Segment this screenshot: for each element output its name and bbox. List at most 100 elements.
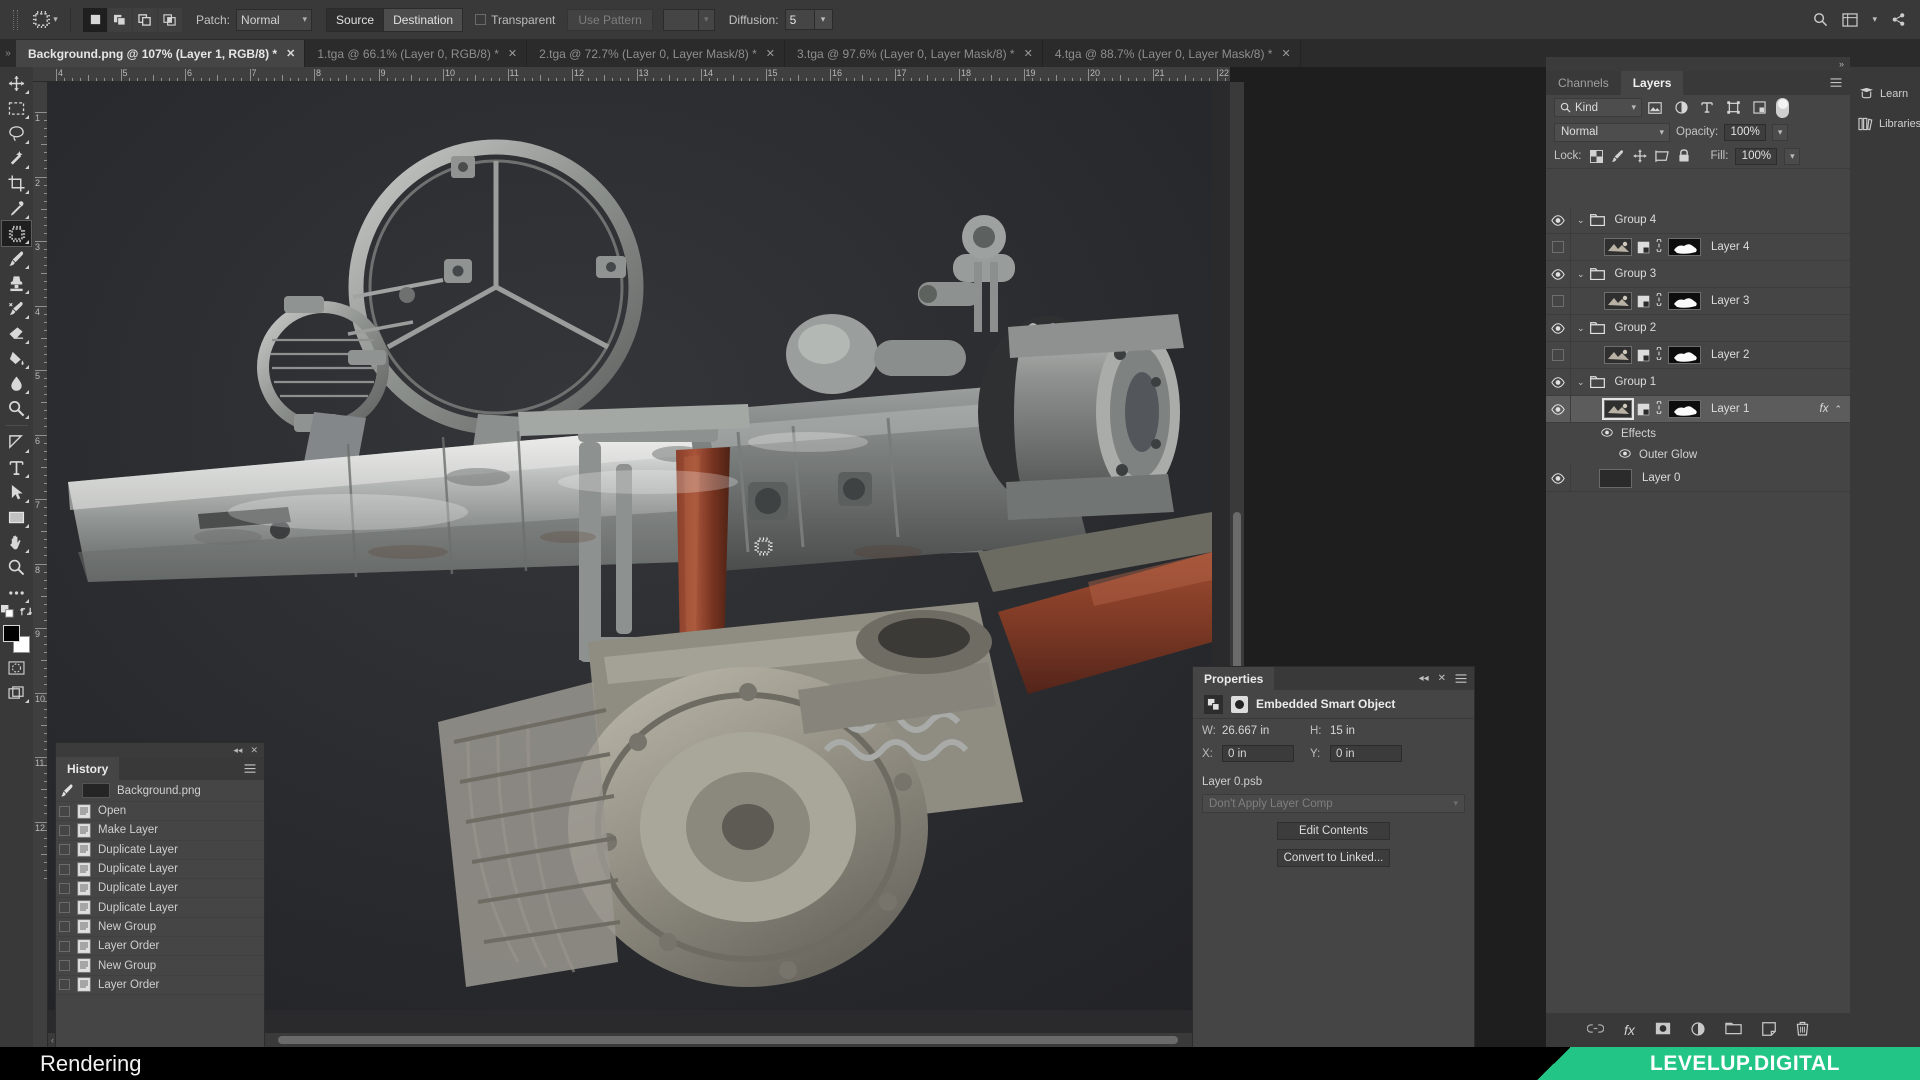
layer-thumbnails[interactable] [1604,292,1701,310]
dock-item-libraries[interactable]: Libraries [1850,109,1920,139]
history-state-row[interactable]: Layer Order [56,976,264,995]
close-icon[interactable]: ✕ [286,47,295,60]
search-icon[interactable] [1813,12,1828,27]
history-state-row[interactable]: Duplicate Layer [56,860,264,880]
hand-tool[interactable] [2,530,31,555]
layer-visibility-toggle[interactable] [1546,241,1570,253]
chevron-down-icon[interactable]: ▾ [1872,14,1877,25]
type-tool[interactable] [2,455,31,480]
history-state-row[interactable]: New Group [56,956,264,976]
layer-thumbnail[interactable] [1604,346,1632,364]
tab-history[interactable]: History [56,757,120,780]
history-state-checkbox[interactable] [59,979,70,991]
lasso-tool[interactable] [2,121,31,146]
link-mask-icon[interactable] [1654,238,1664,255]
chevron-down-icon[interactable]: ⌄ [1577,215,1585,226]
rectangular-marquee-tool[interactable] [2,96,31,121]
layer-effects-row[interactable]: Effects [1546,423,1850,444]
history-state-row[interactable]: Open [56,802,264,822]
history-state-checkbox[interactable] [59,940,70,952]
brush-tool[interactable] [2,246,31,271]
close-icon[interactable]: ✕ [766,47,775,60]
new-adjustment-layer-button[interactable] [1691,1021,1705,1039]
layer-visibility-toggle[interactable] [1546,214,1570,226]
diffusion-chevron-down-icon[interactable]: ▾ [814,9,833,30]
lock-transparent-pixels-button[interactable] [1589,149,1604,164]
history-state-row[interactable]: Layer Order [56,937,264,957]
panel-menu-icon[interactable] [244,757,264,780]
history-state-checkbox[interactable] [59,844,70,856]
chevron-up-icon[interactable]: ⌃ [1834,404,1842,415]
layer-thumbnails[interactable] [1604,238,1701,256]
quick-mask-button[interactable] [2,655,31,680]
layer-row[interactable]: Layer 0 [1546,465,1850,492]
layer-group-row[interactable]: ⌄ Group 1 [1546,369,1850,396]
layer-mask-thumbnail[interactable] [1668,292,1701,310]
eraser-tool[interactable] [2,321,31,346]
paint-bucket-tool[interactable] [2,346,31,371]
history-state-checkbox[interactable] [59,902,70,914]
history-state-checkbox[interactable] [59,824,70,836]
layer-effect-row[interactable]: Outer Glow [1546,444,1850,465]
history-state-checkbox[interactable] [59,960,70,972]
layer-visibility-toggle[interactable] [1546,472,1570,484]
effects-visibility-toggle[interactable] [1601,427,1613,440]
tab-layers[interactable]: Layers [1620,71,1684,95]
edit-contents-button[interactable]: Edit Contents [1277,822,1390,840]
fill-input[interactable]: 100% [1735,147,1778,165]
shape-filter-button[interactable] [1720,98,1746,117]
history-state-row[interactable]: Duplicate Layer [56,841,264,860]
fill-chevron-down-icon[interactable]: ▾ [1784,147,1801,165]
patch-mode-select[interactable]: Normal ▾ [236,8,313,31]
history-state-row[interactable]: Duplicate Layer [56,879,264,899]
use-pattern-button[interactable]: Use Pattern [567,8,653,31]
layer-group-row[interactable]: ⌄ Group 4 [1546,207,1850,234]
history-brush-tool[interactable] [2,296,31,321]
type-filter-button[interactable] [1694,98,1720,117]
layer-thumbnail[interactable] [1604,292,1632,310]
opacity-chevron-down-icon[interactable]: ▾ [1772,123,1789,141]
layer-thumbnails[interactable] [1604,346,1701,364]
history-list[interactable]: Background.png Open Make Layer Duplicate La… [56,780,264,1048]
link-layers-button[interactable] [1586,1023,1605,1037]
magic-wand-tool[interactable] [2,146,31,171]
new-layer-button[interactable] [1762,1021,1776,1039]
patch-direction-group[interactable]: Source Destination [326,7,464,32]
chevron-down-icon[interactable]: ⌄ [1577,377,1585,388]
link-mask-icon[interactable] [1654,346,1664,363]
pattern-swatch[interactable] [662,8,699,31]
layer-row[interactable]: Layer 1 fx ⌃ [1546,396,1850,423]
scrollbar-thumb[interactable] [278,1036,1178,1044]
link-mask-icon[interactable] [1654,292,1664,309]
layer-visibility-toggle[interactable] [1546,349,1570,361]
add-to-selection-button[interactable] [108,7,132,32]
layer-thumbnails[interactable] [1602,398,1701,420]
layer-row[interactable]: Layer 2 [1546,342,1850,369]
chevron-down-icon[interactable]: ⌄ [1577,323,1585,334]
history-state-checkbox[interactable] [59,863,70,875]
collapse-icon[interactable]: ◂◂ [1419,673,1429,684]
filter-enable-toggle[interactable] [1776,97,1789,118]
add-layer-mask-button[interactable] [1655,1022,1671,1038]
lock-all-button[interactable] [1677,149,1692,164]
collapse-icon[interactable]: » [1839,59,1844,69]
default-colors-icon[interactable] [0,605,14,618]
options-bar-grip[interactable] [8,7,22,33]
patch-mode-group[interactable] [83,7,182,32]
history-state-checkbox[interactable] [59,805,70,817]
crop-tool[interactable] [2,171,31,196]
pixel-filter-button[interactable] [1642,98,1668,117]
document-tab-3[interactable]: 3.tga @ 97.6% (Layer 0, Layer Mask/8) * … [784,40,1043,67]
layer-group-row[interactable]: ⌄ Group 3 [1546,261,1850,288]
panel-menu-icon[interactable] [1455,673,1467,684]
dodge-tool[interactable] [2,396,31,421]
pattern-picker-chevron-down-icon[interactable]: ▾ [698,8,715,31]
link-mask-icon[interactable] [1654,400,1664,417]
layer-mask-thumbnail[interactable] [1668,238,1701,256]
history-state-checkbox[interactable] [59,882,70,894]
share-icon[interactable] [1891,12,1906,27]
history-state-row[interactable]: Make Layer [56,821,264,841]
history-state-row[interactable]: New Group [56,918,264,938]
transparent-checkbox-wrap[interactable]: Transparent [475,13,555,27]
layer-visibility-toggle[interactable] [1546,376,1570,388]
